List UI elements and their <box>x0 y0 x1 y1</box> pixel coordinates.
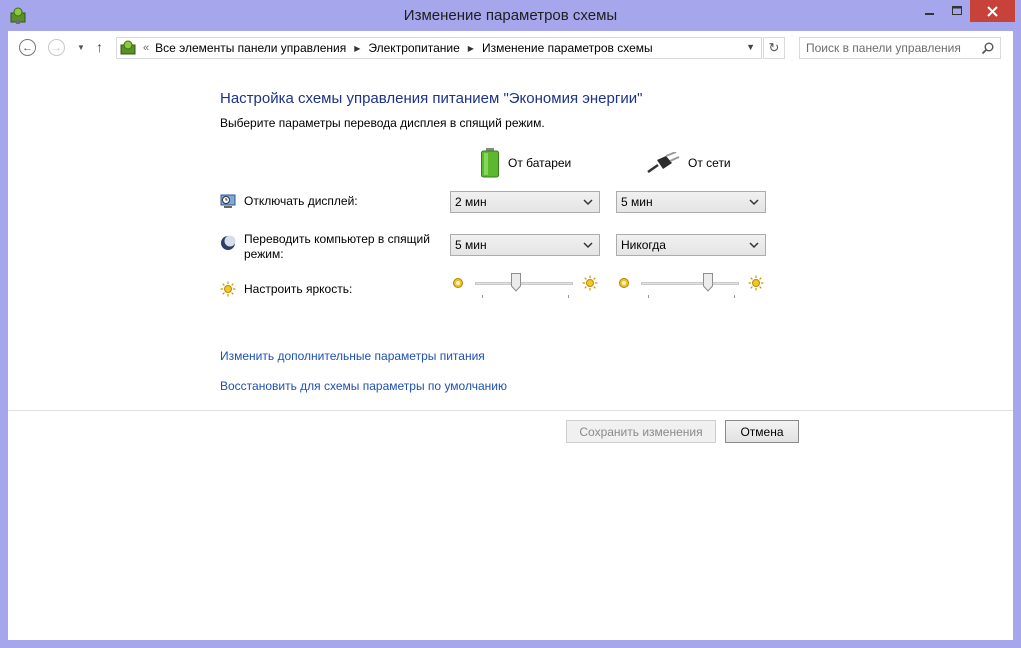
column-label-battery: От батареи <box>508 156 572 170</box>
save-changes-button[interactable]: Сохранить изменения <box>566 420 716 443</box>
slider-tick <box>648 295 649 298</box>
maximize-button[interactable] <box>944 0 970 22</box>
display-off-battery-value: 2 мин <box>455 195 487 209</box>
cancel-button[interactable]: Отмена <box>725 420 799 443</box>
window-content: ← → ▼ ↑ « Все элементы панели управления… <box>8 31 1013 640</box>
brightness-plugged-slider[interactable] <box>616 272 766 302</box>
brightness-high-icon <box>582 275 598 291</box>
chevron-down-icon <box>583 242 593 249</box>
display-off-plugged-value: 5 мин <box>621 195 653 209</box>
power-plug-icon <box>647 152 680 174</box>
refresh-button[interactable]: ↻ <box>763 37 785 59</box>
chevron-down-icon <box>749 199 759 206</box>
slider-tick <box>734 295 735 298</box>
breadcrumb-overflow-icon[interactable]: « <box>143 42 149 54</box>
close-button[interactable] <box>970 0 1015 22</box>
breadcrumb-item-power[interactable]: Электропитание <box>368 41 459 55</box>
slider-thumb[interactable] <box>702 273 713 292</box>
battery-icon <box>481 148 499 178</box>
brightness-label: Настроить яркость: <box>244 282 353 296</box>
slider-track <box>475 282 573 285</box>
search-icon[interactable] <box>981 42 994 55</box>
close-icon <box>987 5 998 17</box>
sleep-label: Переводить компьютер в спящий режим: <box>244 232 430 261</box>
monitor-timer-icon <box>220 194 236 208</box>
restore-defaults-link[interactable]: Восстановить для схемы параметры по умол… <box>220 379 507 393</box>
recent-locations-button[interactable]: ▼ <box>77 43 85 52</box>
maximize-icon <box>951 6 962 15</box>
search-input[interactable] <box>806 40 976 56</box>
slider-tick <box>568 295 569 298</box>
sleep-plugged-value: Никогда <box>621 238 666 252</box>
page-title: Настройка схемы управления питанием "Эко… <box>220 90 643 107</box>
sleep-plugged-select[interactable]: Никогда <box>616 234 766 256</box>
sleep-battery-select[interactable]: 5 мин <box>450 234 600 256</box>
brightness-sun-icon <box>220 281 236 297</box>
chevron-down-icon <box>749 242 759 249</box>
display-off-label: Отключать дисплей: <box>244 194 358 208</box>
breadcrumb-item-all-panels[interactable]: Все элементы панели управления <box>155 41 346 55</box>
arrow-right-icon: → <box>51 41 62 54</box>
arrow-up-icon: ↑ <box>96 39 103 55</box>
slider-tick <box>482 295 483 298</box>
advanced-settings-link[interactable]: Изменить дополнительные параметры питани… <box>220 349 485 363</box>
page-subtitle: Выберите параметры перевода дисплея в сп… <box>220 116 545 130</box>
sleep-battery-value: 5 мин <box>455 238 487 252</box>
minimize-icon <box>925 13 934 15</box>
display-off-battery-select[interactable]: 2 мин <box>450 191 600 213</box>
breadcrumb-separator-icon[interactable]: ▶ <box>354 44 360 53</box>
column-header-plugged: От сети <box>646 147 731 179</box>
address-dropdown-icon[interactable]: ▼ <box>746 42 755 52</box>
minimize-button[interactable] <box>916 0 944 22</box>
chevron-down-icon <box>583 199 593 206</box>
brightness-low-icon <box>619 278 629 288</box>
arrow-left-icon: ← <box>22 41 33 54</box>
slider-thumb[interactable] <box>511 273 522 292</box>
window-title: Изменение параметров схемы <box>403 7 618 24</box>
display-off-plugged-select[interactable]: 5 мин <box>616 191 766 213</box>
chevron-down-icon: ▼ <box>77 43 85 52</box>
brightness-battery-slider[interactable] <box>450 272 600 302</box>
column-header-battery: От батареи <box>480 147 571 179</box>
divider <box>8 410 1013 411</box>
title-bar: Изменение параметров схемы <box>0 0 1021 32</box>
column-label-plugged: От сети <box>688 156 731 170</box>
forward-button[interactable]: → <box>48 39 65 56</box>
up-button[interactable]: ↑ <box>96 39 103 55</box>
slider-track <box>641 282 739 285</box>
breadcrumb-separator-icon[interactable]: ▶ <box>468 44 474 53</box>
back-button[interactable]: ← <box>19 39 36 56</box>
control-panel-icon <box>120 40 136 55</box>
sleep-moon-icon <box>221 235 236 250</box>
navigation-bar: ← → ▼ ↑ « Все элементы панели управления… <box>8 31 1013 66</box>
refresh-icon: ↻ <box>768 40 780 55</box>
brightness-high-icon <box>748 275 764 291</box>
brightness-low-icon <box>453 278 463 288</box>
address-bar[interactable]: « Все элементы панели управления ▶ Элект… <box>116 37 762 59</box>
search-box <box>799 37 1001 59</box>
breadcrumb-item-current[interactable]: Изменение параметров схемы <box>482 41 653 55</box>
